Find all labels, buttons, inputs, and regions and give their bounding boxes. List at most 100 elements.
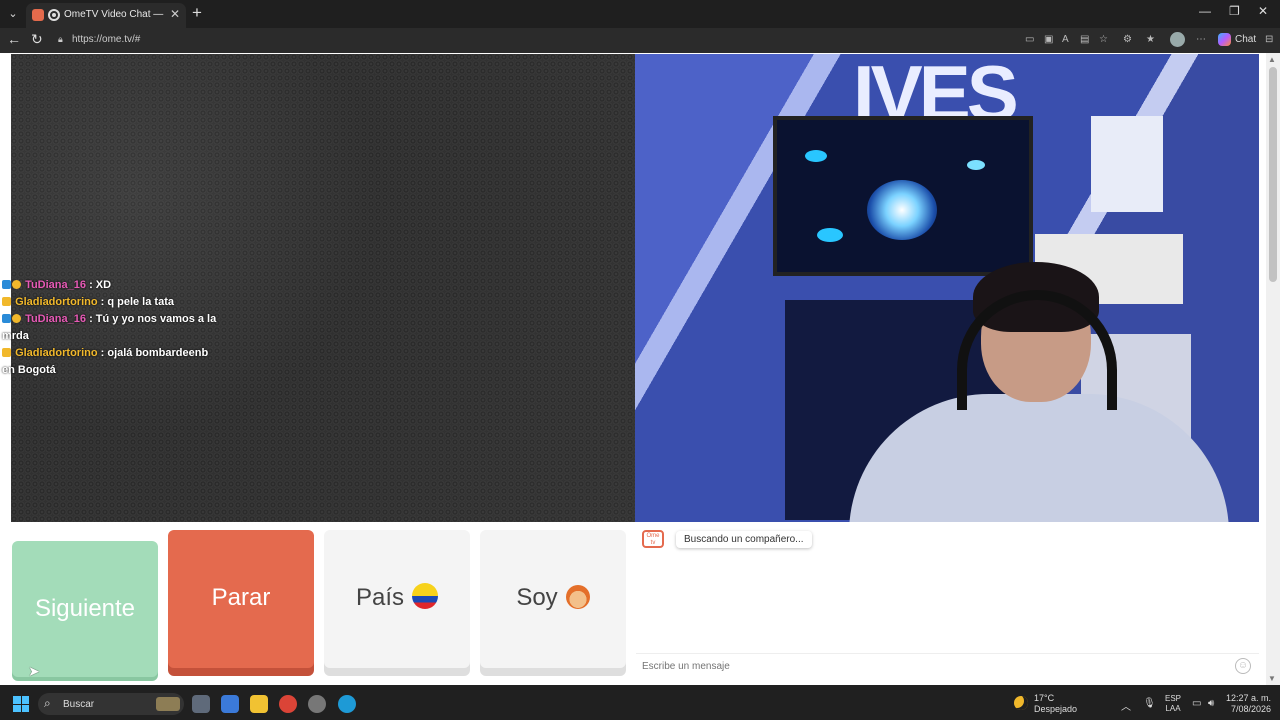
back-button[interactable]: ← (7, 31, 21, 47)
search-highlight-image (156, 697, 180, 711)
reading-view-icon[interactable]: ▤ (1080, 34, 1089, 45)
chat-username[interactable]: Gladiadortorino (15, 347, 98, 359)
close-window-button[interactable]: ✕ (1258, 4, 1268, 18)
search-icon: ⌕ (44, 696, 51, 710)
camera-indicator-icon[interactable]: ▭ (1025, 34, 1034, 45)
split-screen-icon[interactable]: ▣ (1044, 34, 1053, 45)
scroll-down-icon[interactable]: ▼ (1268, 674, 1276, 683)
app-icon[interactable] (221, 695, 239, 713)
taskbar-search[interactable]: ⌕ Buscar (38, 693, 184, 715)
copilot-chat-button[interactable]: Chat (1218, 33, 1256, 46)
gender-button[interactable]: Soy (480, 530, 626, 668)
microphone-icon[interactable]: 🎙︎ (1143, 698, 1156, 709)
colombia-flag-icon (412, 583, 439, 609)
tv-glow (867, 180, 937, 240)
favorite-star-icon[interactable]: ☆ (1099, 34, 1108, 45)
tray-chevron-icon[interactable]: ︿ (1121, 698, 1131, 713)
lang-line-1: ESP (1165, 694, 1182, 703)
chat-message: TuDiana_16 : Tú y yo nos vamos a la mrda (0, 311, 220, 345)
wall-poster (1091, 116, 1163, 212)
fish (805, 150, 827, 162)
language-indicator[interactable]: ESP LAA (1165, 694, 1181, 714)
gender-label: Soy (516, 584, 558, 611)
maximize-button[interactable]: ❐ (1229, 4, 1240, 18)
chat-username[interactable]: Gladiadortorino (15, 296, 98, 308)
chat-text: : q pele la tata (100, 296, 174, 308)
tab-close-icon[interactable]: ✕ (170, 7, 180, 21)
edge-icon[interactable] (338, 695, 356, 713)
scrollbar-thumb[interactable] (1269, 67, 1277, 282)
self-webcam-video: IVES (635, 54, 1259, 522)
system-clock[interactable]: 12:27 a. m. 7/08/2026 (1226, 693, 1271, 715)
clock-time: 12:27 a. m. (1226, 693, 1272, 703)
profile-avatar[interactable] (1170, 32, 1185, 47)
chat-username[interactable]: TuDiana_16 (25, 313, 86, 325)
chat-text: : XD (89, 279, 112, 291)
browser-tabbar: ⌄ OmeTV Video Chat — Omegle ✕ + — ❐ ✕ (0, 0, 1280, 28)
mouse-cursor-icon: ➤ (28, 663, 40, 679)
reload-button[interactable]: ↻ (31, 31, 43, 48)
message-field: ☺ (636, 653, 1259, 677)
extensions-icon[interactable]: ⚙ (1123, 34, 1132, 45)
chat-text-continuation: en Bogotá (2, 364, 56, 376)
level-badge-icon (12, 314, 21, 323)
user-badge-icon (2, 314, 11, 323)
chat-message: Gladiadortorino : ojalá bombardeenb en B… (0, 345, 220, 379)
boy-emoji-icon (565, 585, 590, 609)
windows-taskbar: ⌕ Buscar 17°C Despejado ︿ 🎙︎ ESP LAA ▭ 🔊… (0, 688, 1280, 720)
chat-text: : Tú y yo nos vamos a la (89, 313, 217, 325)
next-button[interactable]: Siguiente (12, 541, 158, 677)
ometv-page: TuDiana_16 : XD Gladiadortorino : q pele… (0, 53, 1280, 685)
browser-tab-ometv[interactable]: OmeTV Video Chat — Omegle ✕ (26, 3, 186, 28)
volume-icon[interactable]: 🔊︎ (1208, 698, 1214, 709)
url-text: https://ome.tv/# (72, 34, 141, 45)
country-label: País (355, 584, 405, 611)
task-view-icon[interactable] (192, 695, 210, 713)
page-scrollbar[interactable]: ▲ ▼ (1266, 53, 1280, 685)
translate-icon[interactable]: A (1062, 34, 1069, 45)
ometv-favicon-icon (32, 9, 44, 21)
tab-actions-menu-icon[interactable]: ⌄ (4, 5, 22, 23)
country-button[interactable]: País (324, 530, 470, 668)
message-input[interactable] (642, 658, 1222, 674)
address-bar[interactable]: 🔒︎ https://ome.tv/# (54, 31, 1014, 50)
scroll-up-icon[interactable]: ▲ (1268, 55, 1276, 64)
file-explorer-icon[interactable] (250, 695, 268, 713)
site-info-icon[interactable]: 🔒︎ (58, 34, 68, 46)
tab-title: OmeTV Video Chat — Omegle (64, 9, 164, 20)
next-label: Siguiente (34, 595, 136, 622)
favorites-icon[interactable]: ★ (1146, 34, 1155, 45)
crown-badge-icon (2, 348, 11, 357)
weather-temp: 17°C (1034, 693, 1055, 703)
recording-icon (48, 9, 60, 21)
status-bubble: Buscando un compañero... (676, 531, 812, 548)
minimize-button[interactable]: — (1199, 4, 1211, 18)
fish (967, 160, 985, 170)
chat-username[interactable]: TuDiana_16 (25, 279, 86, 291)
aquarium-tv (773, 116, 1033, 276)
crown-badge-icon (2, 297, 11, 306)
chat-panel: Ome tv Buscando un compañero... ☺ (636, 522, 1259, 685)
level-badge-icon (12, 280, 21, 289)
lang-line-2: LAA (1165, 704, 1181, 713)
chrome-icon[interactable] (279, 695, 297, 713)
chat-message: Gladiadortorino : q pele la tata (0, 294, 220, 311)
browser-navbar: ← ↻ 🔒︎ https://ome.tv/# ▭ ▣ A ▤ ☆ ⚙ ★ ⋯ … (0, 28, 1280, 53)
copilot-label: Chat (1235, 34, 1257, 46)
stop-button[interactable]: Parar (168, 530, 314, 668)
app-icon-2[interactable] (308, 695, 326, 713)
new-tab-button[interactable]: + (192, 3, 202, 23)
clock-date: 7/08/2026 (1230, 704, 1272, 714)
start-windows-icon[interactable] (13, 696, 29, 712)
sidebar-toggle-icon[interactable]: ⊟ (1265, 34, 1273, 45)
search-label: Buscar (63, 699, 95, 710)
more-options-icon[interactable]: ⋯ (1196, 34, 1206, 45)
chat-text-continuation: mrda (2, 330, 29, 342)
chat-text: : ojalá bombardeenb (100, 347, 209, 359)
ometv-logo-icon: Ome tv (642, 530, 664, 548)
user-badge-icon (2, 280, 11, 289)
fish (817, 228, 843, 242)
weather-desc: Despejado (1034, 704, 1078, 714)
emoji-smiley-icon[interactable]: ☺ (1235, 658, 1251, 674)
network-icon[interactable]: ▭ (1192, 698, 1201, 709)
